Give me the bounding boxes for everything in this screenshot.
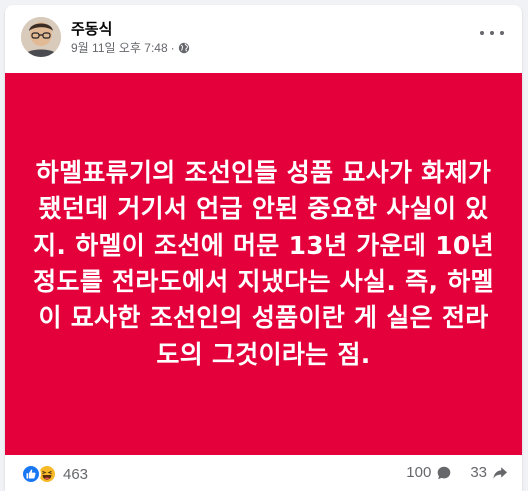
share-icon <box>493 466 507 479</box>
avatar-image <box>21 17 61 57</box>
comment-count: 100 <box>406 464 432 481</box>
post-footer: 463 100 33 <box>5 455 522 491</box>
reaction-count: 463 <box>63 465 89 483</box>
more-horizontal-dot <box>490 31 494 35</box>
shares-stat[interactable]: 33 <box>470 464 508 481</box>
engagement-stats: 100 33 <box>406 464 508 481</box>
post-text-card: 하멜표류기의 조선인들 성품 묘사가 화제가 됐던데 거기서 언급 안된 중요한… <box>5 73 522 455</box>
post-header: 주동식 9월 11일 오후 7:48 · <box>5 5 522 73</box>
author-name[interactable]: 주동식 <box>71 18 112 39</box>
post-body-text: 하멜표류기의 조선인들 성품 묘사가 화제가 됐던데 거기서 언급 안된 중요한… <box>33 157 494 369</box>
more-horizontal-icon <box>480 31 484 35</box>
post-card: 주동식 9월 11일 오후 7:48 · 하멜표류기의 조선인들 성품 묘사가 … <box>5 5 522 491</box>
post-meta: 9월 11일 오후 7:48 · <box>71 39 190 56</box>
meta-separator: · <box>170 40 175 55</box>
globe-icon[interactable] <box>178 42 190 54</box>
more-horizontal-dot <box>500 31 504 35</box>
reactions-summary[interactable]: 463 <box>21 464 88 484</box>
post-timestamp[interactable]: 9월 11일 오후 7:48 <box>71 39 168 56</box>
comments-stat[interactable]: 100 <box>406 464 452 481</box>
avatar[interactable] <box>21 17 61 57</box>
share-count: 33 <box>470 464 487 481</box>
more-options-button[interactable] <box>480 25 504 41</box>
comment-icon <box>438 466 451 479</box>
like-icon <box>21 464 41 484</box>
